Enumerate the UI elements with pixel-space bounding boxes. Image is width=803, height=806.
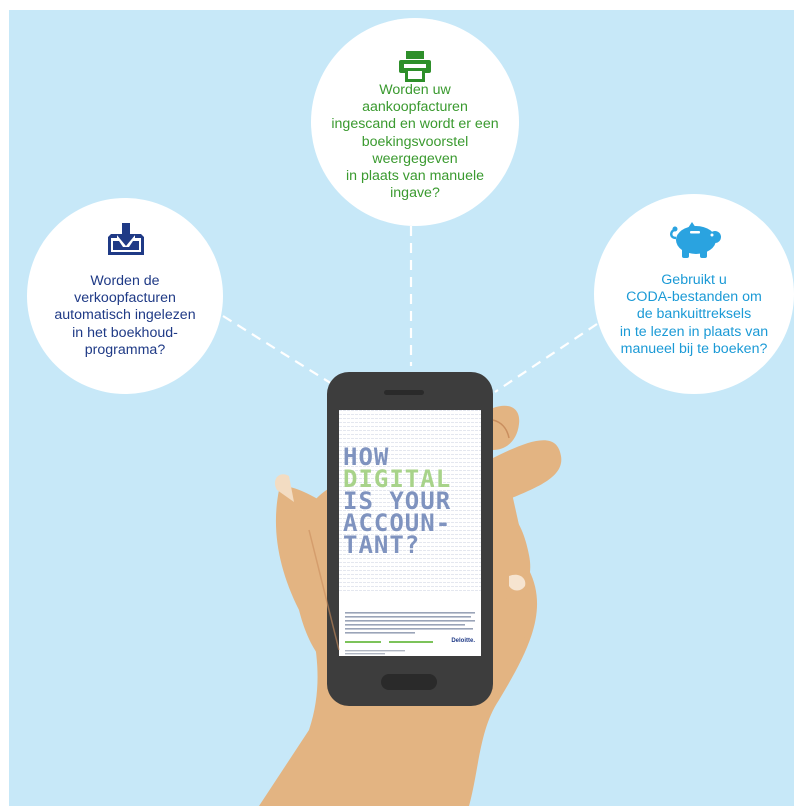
infographic-canvas: Worden de verkoopfacturen automatisch in… xyxy=(9,10,794,806)
deloitte-logo: Deloitte. xyxy=(451,638,475,644)
headline-line: TANT? xyxy=(343,531,421,559)
hand-finger-2 xyxy=(493,440,562,506)
hand-with-phone xyxy=(259,372,562,806)
hand-finger-1 xyxy=(493,405,520,450)
screen-headline: HOW DIGITAL IS YOUR ACCOUN- TANT? xyxy=(343,445,451,559)
screen-body-text xyxy=(345,612,475,655)
phone-screen: HOW DIGITAL IS YOUR ACCOUN- TANT? Deloit… xyxy=(339,410,481,656)
